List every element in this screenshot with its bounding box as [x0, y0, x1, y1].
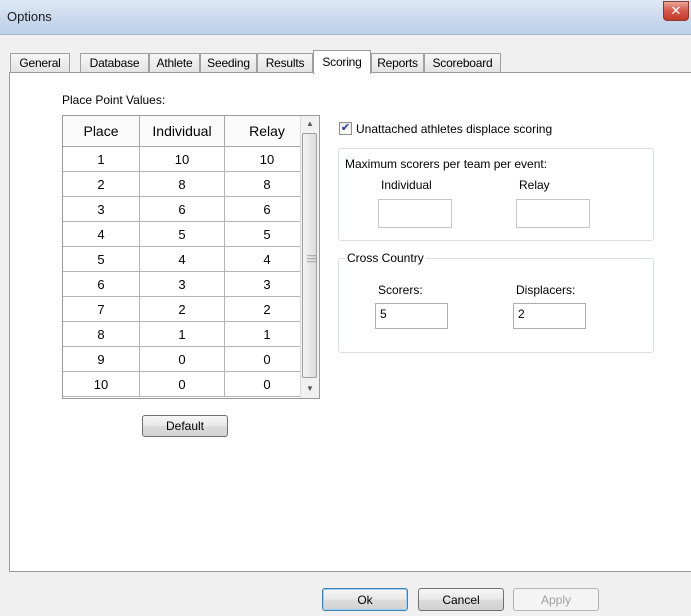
- individual-points-cell[interactable]: 6: [139, 196, 225, 222]
- relay-points-cell[interactable]: 6: [224, 196, 310, 222]
- checkmark-icon: ✔: [340, 122, 351, 134]
- scroll-up-icon[interactable]: ▲: [301, 116, 319, 132]
- tab-reports[interactable]: Reports: [371, 53, 424, 72]
- scrollbar-thumb[interactable]: — — —: [302, 133, 317, 378]
- individual-points-cell[interactable]: 2: [139, 296, 225, 322]
- tab-general[interactable]: General: [10, 53, 70, 72]
- relay-points-cell[interactable]: 10: [224, 146, 310, 172]
- place-cell: 8: [63, 321, 140, 347]
- relay-points-cell[interactable]: 0: [224, 371, 310, 397]
- max-individual-input[interactable]: [378, 199, 452, 228]
- individual-points-cell[interactable]: 3: [139, 271, 225, 297]
- relay-points-cell[interactable]: 2: [224, 296, 310, 322]
- tab-strip: General Database Athlete Seeding Results…: [10, 50, 690, 74]
- individual-points-cell[interactable]: 10: [139, 146, 225, 172]
- table-row[interactable]: 1 10 10: [63, 146, 310, 172]
- relay-points-cell[interactable]: 1: [224, 321, 310, 347]
- column-header-relay[interactable]: Relay: [224, 116, 310, 147]
- relay-points-cell[interactable]: 3: [224, 271, 310, 297]
- unattached-label: Unattached athletes displace scoring: [356, 122, 553, 136]
- tab-seeding[interactable]: Seeding: [200, 53, 257, 72]
- displacers-label: Displacers:: [516, 283, 576, 297]
- place-cell: 9: [63, 346, 140, 372]
- place-cell: 1: [63, 146, 140, 172]
- max-relay-input[interactable]: [516, 199, 590, 228]
- relay-points-cell[interactable]: 8: [224, 171, 310, 197]
- max-individual-label: Individual: [381, 178, 432, 192]
- tab-database[interactable]: Database: [80, 53, 149, 72]
- place-cell: 4: [63, 221, 140, 247]
- max-scorers-label: Maximum scorers per team per event:: [345, 157, 548, 171]
- place-point-values-label: Place Point Values:: [62, 93, 166, 107]
- grid-vertical-scrollbar[interactable]: ▲ — — — ▼: [300, 116, 319, 398]
- table-row[interactable]: 544: [63, 246, 310, 272]
- relay-points-cell[interactable]: 4: [224, 246, 310, 272]
- tab-scoring[interactable]: Scoring: [313, 50, 371, 74]
- close-icon[interactable]: ✕: [663, 1, 689, 21]
- place-cell: 5: [63, 246, 140, 272]
- max-relay-label: Relay: [519, 178, 550, 192]
- table-row[interactable]: 366: [63, 196, 310, 222]
- unattached-checkbox[interactable]: ✔: [339, 122, 352, 135]
- tab-scoreboard[interactable]: Scoreboard: [424, 53, 501, 72]
- individual-points-cell[interactable]: 1: [139, 321, 225, 347]
- relay-points-cell[interactable]: 5: [224, 221, 310, 247]
- individual-points-cell[interactable]: 8: [139, 171, 225, 197]
- grid-header-row: Place Individual Relay: [63, 116, 310, 147]
- tab-results[interactable]: Results: [257, 53, 313, 72]
- table-row[interactable]: 811: [63, 321, 310, 347]
- table-row[interactable]: 900: [63, 346, 310, 372]
- ok-button[interactable]: Ok: [322, 588, 408, 611]
- individual-points-cell[interactable]: 0: [139, 346, 225, 372]
- default-button[interactable]: Default: [142, 415, 228, 437]
- title-bar: Options ✕: [0, 0, 691, 35]
- cancel-button[interactable]: Cancel: [418, 588, 504, 611]
- place-cell: 7: [63, 296, 140, 322]
- relay-points-cell[interactable]: 0: [224, 346, 310, 372]
- grip-icon: — — —: [307, 250, 316, 266]
- scroll-down-icon[interactable]: ▼: [301, 381, 319, 397]
- scorers-label: Scorers:: [378, 283, 423, 297]
- table-row[interactable]: 455: [63, 221, 310, 247]
- displacers-input[interactable]: 2: [513, 303, 586, 329]
- column-header-place[interactable]: Place: [63, 116, 140, 147]
- individual-points-cell[interactable]: 4: [139, 246, 225, 272]
- place-cell: 6: [63, 271, 140, 297]
- column-header-individual[interactable]: Individual: [139, 116, 225, 147]
- place-cell: 10: [63, 371, 140, 397]
- place-cell: 3: [63, 196, 140, 222]
- place-cell: 2: [63, 171, 140, 197]
- table-row[interactable]: 633: [63, 271, 310, 297]
- cross-country-label: Cross Country: [345, 251, 426, 265]
- table-row[interactable]: 722: [63, 296, 310, 322]
- place-point-grid[interactable]: Place Individual Relay 1 10 10 288 366 455…: [62, 115, 320, 399]
- window-title: Options: [7, 9, 52, 24]
- scorers-input[interactable]: 5: [375, 303, 448, 329]
- table-row[interactable]: 288: [63, 171, 310, 197]
- apply-button[interactable]: Apply: [513, 588, 599, 611]
- table-row[interactable]: 10 0 0: [63, 371, 310, 397]
- individual-points-cell[interactable]: 5: [139, 221, 225, 247]
- individual-points-cell[interactable]: 0: [139, 371, 225, 397]
- dialog-footer: Ok Cancel Apply: [0, 572, 691, 616]
- tab-athlete[interactable]: Athlete: [149, 53, 200, 72]
